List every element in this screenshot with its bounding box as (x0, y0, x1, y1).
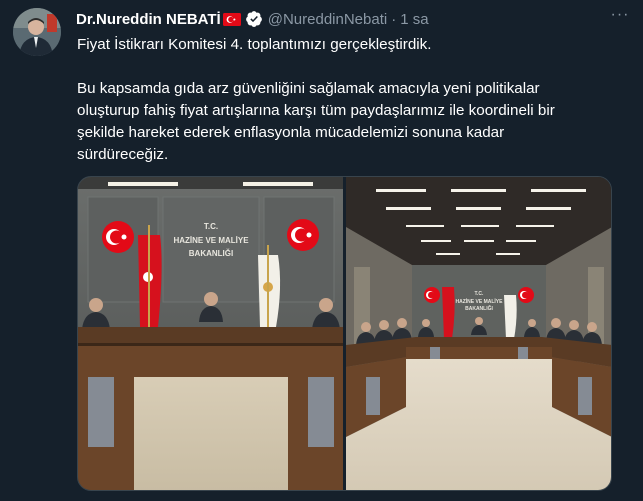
tweet-photo-1[interactable]: T.C. HAZİNE VE MALİYE BAKANLIĞI (78, 177, 343, 490)
sign-line-3: BAKANLIĞI (189, 249, 233, 258)
sign-line-1: T.C. (204, 222, 218, 231)
tweet-text: Fiyat İstikrarı Komitesi 4. toplantımızı… (77, 34, 622, 166)
tweet-timestamp[interactable]: 1 sa (400, 11, 428, 28)
media-grid: T.C. HAZİNE VE MALİYE BAKANLIĞI T.C. HAZ… (77, 176, 612, 491)
turkey-flag-icon (222, 12, 241, 26)
separator-dot: · (391, 10, 397, 28)
tweet-header: Dr.Nureddin NEBATİ @NureddinNebati · 1 s… (76, 9, 429, 29)
verified-badge-icon (245, 11, 262, 27)
sign-line-1: T.C. (475, 291, 485, 297)
tweet-photo-2[interactable]: T.C. HAZİNE VE MALİYE BAKANLIĞI (346, 177, 611, 490)
sign-line-2: HAZİNE VE MALİYE (173, 236, 249, 245)
sign-line-3: BAKANLIĞI (465, 304, 493, 312)
sign-line-2: HAZİNE VE MALİYE (456, 298, 504, 305)
tweet-paragraph-2: Bu kapsamda gıda arz güvenliğini sağlama… (77, 80, 555, 163)
avatar[interactable] (13, 8, 61, 56)
tweet-paragraph-1: Fiyat İstikrarı Komitesi 4. toplantımızı… (77, 36, 432, 53)
author-name[interactable]: Dr.Nureddin NEBATİ (76, 11, 221, 28)
tweet[interactable]: Dr.Nureddin NEBATİ @NureddinNebati · 1 s… (0, 0, 643, 501)
more-options-icon[interactable]: ··· (608, 7, 632, 28)
author-handle[interactable]: @NureddinNebati (268, 11, 387, 28)
